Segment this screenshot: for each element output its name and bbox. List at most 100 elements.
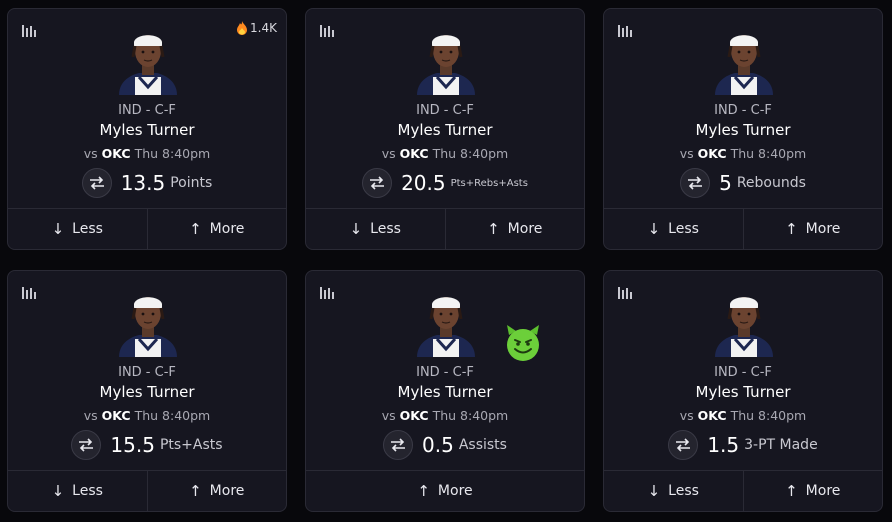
pick-buttons: ↑ More	[306, 470, 584, 511]
devil-emoji-icon	[507, 325, 539, 361]
pick-buttons: ↓ Less ↑ More	[604, 208, 882, 249]
more-button[interactable]: ↑ More	[146, 471, 287, 511]
pick-buttons: ↓ Less ↑ More	[8, 208, 286, 249]
opponent-prefix: vs	[381, 146, 396, 161]
projection-line: 1.5 3-PT Made	[604, 429, 882, 461]
projection-card[interactable]: IND - C-F Myles Turner vs OKC Thu 8:40pm…	[305, 270, 585, 512]
more-button[interactable]: ↑ More	[444, 209, 585, 249]
projection-card[interactable]: IND - C-F Myles Turner vs OKC Thu 8:40pm…	[603, 8, 883, 250]
more-label: More	[437, 483, 473, 499]
swap-button[interactable]	[680, 168, 711, 198]
player-name: Myles Turner	[99, 121, 195, 139]
team-position: IND - C-F	[416, 103, 474, 118]
opponent-prefix: vs	[83, 146, 98, 161]
opponent-prefix: vs	[83, 408, 98, 423]
swap-button[interactable]	[383, 430, 414, 460]
line-value: 20.5	[401, 171, 446, 195]
bar-chart-icon[interactable]	[618, 23, 634, 37]
more-button[interactable]: ↑ More	[306, 471, 584, 511]
less-label: Less	[72, 483, 103, 499]
player-name: Myles Turner	[695, 121, 791, 139]
player-headshot	[417, 297, 475, 357]
stat-type: Assists	[458, 437, 507, 453]
projection-line: 0.5 Assists	[306, 429, 584, 461]
team-position: IND - C-F	[714, 103, 772, 118]
player-headshot	[715, 297, 773, 357]
projection-line: 20.5 Pts+Rebs+Asts	[306, 167, 584, 199]
more-button[interactable]: ↑ More	[742, 209, 883, 249]
arrow-up-icon: ↑	[189, 482, 202, 500]
player-headshot	[417, 35, 475, 95]
less-label: Less	[668, 221, 699, 237]
bar-chart-icon[interactable]	[22, 285, 38, 299]
opponent-team: OKC	[399, 146, 429, 161]
pick-buttons: ↓ Less ↑ More	[306, 208, 584, 249]
trend-count: 1.4K	[250, 21, 277, 35]
stat-type: Pts+Asts	[159, 437, 223, 453]
less-button[interactable]: ↓ Less	[604, 209, 743, 249]
stat-type: Pts+Rebs+Asts	[450, 177, 528, 189]
projection-card[interactable]: IND - C-F Myles Turner vs OKC Thu 8:40pm…	[305, 8, 585, 250]
less-label: Less	[72, 221, 103, 237]
arrow-up-icon: ↑	[189, 220, 202, 238]
game-time: Thu 8:40pm	[730, 408, 807, 423]
projection-line: 15.5 Pts+Asts	[8, 429, 286, 461]
line-value: 1.5	[707, 433, 740, 457]
game-time: Thu 8:40pm	[730, 146, 807, 161]
team-position: IND - C-F	[416, 365, 474, 380]
team-position: IND - C-F	[714, 365, 772, 380]
team-position: IND - C-F	[118, 103, 176, 118]
swap-arrows-icon	[79, 438, 94, 452]
game-info: vs OKC Thu 8:40pm	[306, 408, 584, 423]
projection-card[interactable]: 1.4K IND - C-F Myles Turner vs OKC Thu 8…	[7, 8, 287, 250]
opponent-team: OKC	[101, 146, 131, 161]
swap-arrows-icon	[370, 176, 385, 190]
bar-chart-icon[interactable]	[22, 23, 38, 37]
game-info: vs OKC Thu 8:40pm	[604, 408, 882, 423]
player-name: Myles Turner	[99, 383, 195, 401]
opponent-team: OKC	[399, 408, 429, 423]
game-time: Thu 8:40pm	[134, 408, 211, 423]
team-position: IND - C-F	[118, 365, 176, 380]
arrow-up-icon: ↑	[785, 482, 798, 500]
projection-card[interactable]: IND - C-F Myles Turner vs OKC Thu 8:40pm…	[603, 270, 883, 512]
more-label: More	[507, 221, 543, 237]
projection-grid: 1.4K IND - C-F Myles Turner vs OKC Thu 8…	[0, 0, 892, 522]
swap-arrows-icon	[89, 176, 104, 190]
stat-type: Rebounds	[736, 175, 806, 191]
opponent-team: OKC	[101, 408, 131, 423]
pick-buttons: ↓ Less ↑ More	[604, 470, 882, 511]
game-info: vs OKC Thu 8:40pm	[604, 146, 882, 161]
fire-icon	[237, 21, 248, 35]
game-time: Thu 8:40pm	[432, 146, 509, 161]
bar-chart-icon[interactable]	[320, 285, 336, 299]
player-name: Myles Turner	[397, 383, 493, 401]
less-button[interactable]: ↓ Less	[306, 209, 445, 249]
opponent-prefix: vs	[679, 146, 694, 161]
more-button[interactable]: ↑ More	[146, 209, 287, 249]
less-button[interactable]: ↓ Less	[604, 471, 743, 511]
opponent-team: OKC	[697, 146, 727, 161]
swap-arrows-icon	[688, 176, 703, 190]
less-label: Less	[668, 483, 699, 499]
more-label: More	[805, 483, 841, 499]
bar-chart-icon[interactable]	[618, 285, 634, 299]
less-button[interactable]: ↓ Less	[8, 471, 147, 511]
line-value: 0.5	[422, 433, 454, 457]
line-value: 13.5	[120, 171, 166, 195]
swap-button[interactable]	[362, 168, 393, 198]
swap-button[interactable]	[71, 430, 102, 460]
game-time: Thu 8:40pm	[432, 408, 509, 423]
swap-button[interactable]	[81, 168, 112, 198]
less-button[interactable]: ↓ Less	[8, 209, 147, 249]
game-time: Thu 8:40pm	[134, 146, 211, 161]
player-headshot	[119, 35, 177, 95]
more-button[interactable]: ↑ More	[742, 471, 883, 511]
player-headshot	[715, 35, 773, 95]
swap-arrows-icon	[676, 438, 691, 452]
arrow-down-icon: ↓	[51, 482, 65, 500]
swap-button[interactable]	[668, 430, 699, 460]
projection-card[interactable]: IND - C-F Myles Turner vs OKC Thu 8:40pm…	[7, 270, 287, 512]
bar-chart-icon[interactable]	[320, 23, 336, 37]
line-value: 5	[719, 171, 732, 195]
